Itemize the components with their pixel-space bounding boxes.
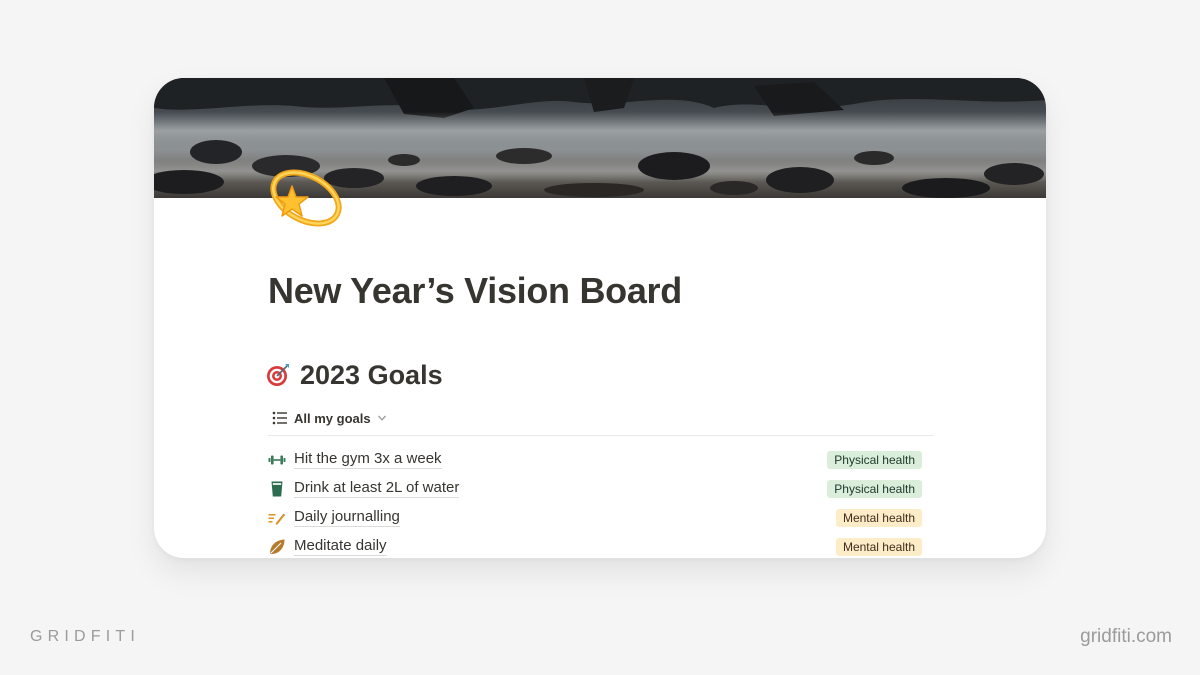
direct-hit-target-icon — [267, 364, 289, 386]
goal-name[interactable]: Drink at least 2L of water — [294, 479, 460, 498]
brand-url: gridfiti.com — [1080, 626, 1172, 647]
chevron-down-icon[interactable] — [377, 414, 387, 422]
section-heading-text: 2023 Goals — [300, 359, 443, 390]
goal-name[interactable]: Daily journalling — [294, 508, 400, 527]
dumbbell-icon — [268, 455, 286, 464]
status-badge: Mental health — [835, 538, 922, 556]
journal-pen-icon — [268, 513, 286, 525]
list-item[interactable]: Daily journalling Mental health — [268, 503, 922, 532]
status-badge: Physical health — [827, 480, 922, 498]
section-heading: 2023 Goals — [266, 358, 443, 392]
notion-page-card: New Year’s Vision Board 2023 Goals All m… — [154, 78, 1046, 558]
view-tab-all-my-goals[interactable]: All my goals — [272, 408, 387, 428]
view-tab-label: All my goals — [294, 410, 371, 426]
goal-name[interactable]: Meditate daily — [294, 537, 387, 556]
water-glass-icon — [271, 481, 283, 496]
leaf-icon — [270, 539, 285, 554]
brand-wordmark: GRIDFITI — [30, 628, 141, 645]
list-item[interactable]: Meditate daily Mental health — [268, 532, 922, 558]
status-badge: Physical health — [827, 451, 922, 469]
page-title[interactable]: New Year’s Vision Board — [268, 270, 682, 312]
goal-name[interactable]: Hit the gym 3x a week — [294, 450, 442, 469]
list-icon — [272, 411, 287, 425]
goal-list: Hit the gym 3x a week Physical health Dr… — [268, 445, 922, 558]
dizzy-star-icon[interactable] — [266, 156, 346, 236]
status-badge: Mental health — [835, 509, 922, 527]
list-divider — [268, 435, 934, 436]
list-item[interactable]: Drink at least 2L of water Physical heal… — [268, 474, 922, 503]
list-item[interactable]: Hit the gym 3x a week Physical health — [268, 445, 922, 474]
